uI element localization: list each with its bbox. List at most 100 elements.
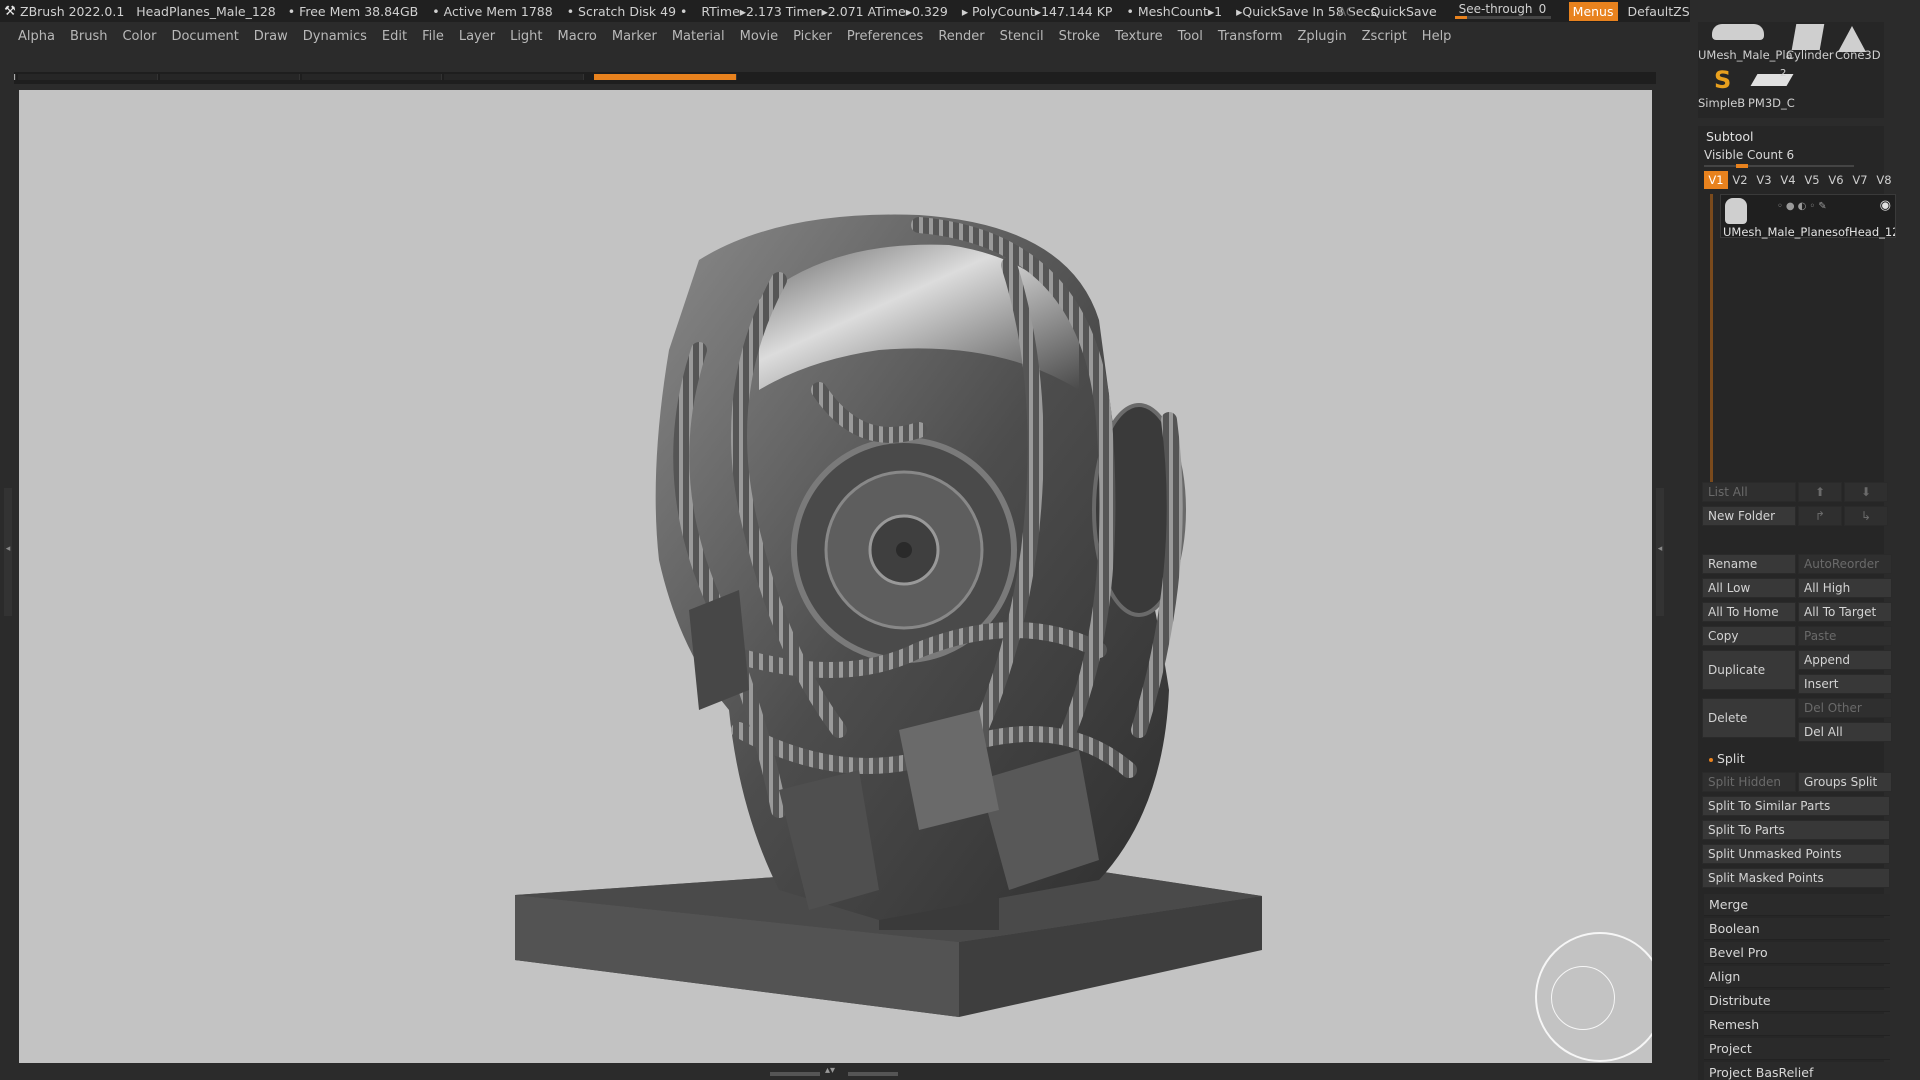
section-align[interactable]: Align: [1704, 966, 1890, 988]
append-button[interactable]: Append: [1798, 650, 1892, 670]
all-to-target-button[interactable]: All To Target: [1798, 602, 1892, 622]
menu-zscript[interactable]: Zscript: [1362, 29, 1407, 44]
ac-toggle[interactable]: AC: [1338, 4, 1355, 19]
left-tray-handle[interactable]: ◂: [4, 488, 12, 616]
all-to-home-button[interactable]: All To Home: [1702, 602, 1796, 622]
tool-cone-label[interactable]: Cone3D: [1835, 48, 1881, 62]
see-through-slider[interactable]: See-through 0: [1454, 0, 1551, 22]
split-section-header[interactable]: Split: [1704, 748, 1890, 770]
quicksave-button[interactable]: QuickSave: [1371, 4, 1437, 19]
eye-icon[interactable]: ◉: [1880, 198, 1891, 213]
menu-zplugin[interactable]: Zplugin: [1298, 29, 1347, 44]
version-tab-v3[interactable]: V3: [1752, 171, 1776, 189]
del-all-button[interactable]: Del All: [1798, 722, 1892, 742]
menu-alpha[interactable]: Alpha: [18, 29, 55, 44]
menu-picker[interactable]: Picker: [793, 29, 832, 44]
duplicate-button[interactable]: Duplicate: [1702, 650, 1796, 690]
version-tab-v2[interactable]: V2: [1728, 171, 1752, 189]
tool-cylinder-label[interactable]: Cylinder: [1786, 48, 1834, 62]
subtool-list-item[interactable]: ◦●◐◦✎ ◉ UMesh_Male_PlanesofHead_12: [1720, 194, 1896, 239]
split-hidden-button[interactable]: Split Hidden: [1702, 772, 1796, 792]
menu-movie[interactable]: Movie: [740, 29, 778, 44]
menu-macro[interactable]: Macro: [558, 29, 597, 44]
version-tab-v7[interactable]: V7: [1848, 171, 1872, 189]
version-tab-v4[interactable]: V4: [1776, 171, 1800, 189]
section-remesh[interactable]: Remesh: [1704, 1014, 1890, 1036]
version-tab-v1[interactable]: V1: [1704, 171, 1728, 189]
split-masked-button[interactable]: Split Masked Points: [1702, 868, 1890, 888]
shelf-segment[interactable]: [18, 74, 158, 80]
bottom-handle-right: [848, 1072, 898, 1076]
menu-light[interactable]: Light: [510, 29, 542, 44]
menu-tool[interactable]: Tool: [1178, 29, 1203, 44]
menu-help[interactable]: Help: [1422, 29, 1452, 44]
menu-material[interactable]: Material: [672, 29, 725, 44]
del-other-button[interactable]: Del Other: [1798, 698, 1892, 718]
move-up-icon[interactable]: ⬆: [1798, 482, 1842, 502]
menu-file[interactable]: File: [422, 29, 444, 44]
autoreorder-button[interactable]: AutoReorder: [1798, 554, 1892, 574]
menu-transform[interactable]: Transform: [1218, 29, 1283, 44]
subtool-state-icons[interactable]: ◦●◐◦✎: [1777, 201, 1830, 212]
shelf-segment[interactable]: [302, 74, 442, 80]
menu-document[interactable]: Document: [171, 29, 238, 44]
subtool-title[interactable]: Subtool: [1706, 129, 1753, 144]
section-bevel-pro[interactable]: Bevel Pro: [1704, 942, 1890, 964]
move-into-folder-icon[interactable]: ↱: [1798, 506, 1842, 526]
pm3d-plane-icon[interactable]: [1750, 74, 1794, 86]
bottom-tray-handle[interactable]: ▴▾: [770, 1065, 900, 1078]
shelf-segment-active[interactable]: [594, 74, 737, 80]
canvas-viewport[interactable]: [19, 90, 1652, 1063]
visible-count[interactable]: Visible Count 6: [1704, 148, 1794, 162]
tool-umesh-label[interactable]: UMesh_Male_Pla: [1698, 48, 1793, 62]
menu-render[interactable]: Render: [938, 29, 984, 44]
list-all-button[interactable]: List All: [1702, 482, 1796, 502]
all-high-button[interactable]: All High: [1798, 578, 1892, 598]
visible-count-fill[interactable]: [1736, 164, 1748, 168]
rename-button[interactable]: Rename: [1702, 554, 1796, 574]
version-tab-v6[interactable]: V6: [1824, 171, 1848, 189]
menu-stroke[interactable]: Stroke: [1059, 29, 1100, 44]
menu-brush[interactable]: Brush: [70, 29, 108, 44]
move-out-folder-icon[interactable]: ↳: [1844, 506, 1888, 526]
shelf-segment[interactable]: [444, 74, 584, 80]
section-project[interactable]: Project: [1704, 1038, 1890, 1060]
menu-edit[interactable]: Edit: [382, 29, 407, 44]
tool-simpleb-label[interactable]: SimpleB: [1698, 96, 1745, 110]
simplebrush-icon[interactable]: S: [1714, 66, 1731, 94]
menu-dynamics[interactable]: Dynamics: [303, 29, 367, 44]
menu-marker[interactable]: Marker: [612, 29, 657, 44]
section-boolean[interactable]: Boolean: [1704, 918, 1890, 940]
section-distribute[interactable]: Distribute: [1704, 990, 1890, 1012]
menu-draw[interactable]: Draw: [254, 29, 288, 44]
section-project-basrelief[interactable]: Project BasRelief: [1704, 1062, 1890, 1080]
version-tab-v5[interactable]: V5: [1800, 171, 1824, 189]
version-tab-v8[interactable]: V8: [1872, 171, 1896, 189]
split-similar-parts-button[interactable]: Split To Similar Parts: [1702, 796, 1890, 816]
menu-color[interactable]: Color: [122, 29, 156, 44]
section-merge[interactable]: Merge: [1704, 894, 1890, 916]
split-unmasked-button[interactable]: Split Unmasked Points: [1702, 844, 1890, 864]
new-folder-button[interactable]: New Folder: [1702, 506, 1796, 526]
groups-split-button[interactable]: Groups Split: [1798, 772, 1892, 792]
insert-button[interactable]: Insert: [1798, 674, 1892, 694]
delete-button[interactable]: Delete: [1702, 698, 1796, 738]
shelf-segment[interactable]: [160, 74, 300, 80]
cylinder-thumbnail-icon[interactable]: [1791, 24, 1825, 50]
menu-stencil[interactable]: Stencil: [1000, 29, 1044, 44]
menu-layer[interactable]: Layer: [459, 29, 495, 44]
umesh-thumbnail-icon[interactable]: [1712, 24, 1764, 40]
navigation-gizmo-inner[interactable]: [1551, 966, 1615, 1030]
menus-toggle[interactable]: Menus: [1568, 1, 1618, 21]
menu-texture[interactable]: Texture: [1115, 29, 1163, 44]
split-to-parts-button[interactable]: Split To Parts: [1702, 820, 1890, 840]
all-low-button[interactable]: All Low: [1702, 578, 1796, 598]
tool-pm3d-label[interactable]: PM3D_C: [1748, 96, 1795, 110]
move-down-icon[interactable]: ⬇: [1844, 482, 1888, 502]
paste-button[interactable]: Paste: [1798, 626, 1892, 646]
menu-preferences[interactable]: Preferences: [847, 29, 923, 44]
sculpt-model[interactable]: [19, 90, 1652, 1063]
right-tray-handle[interactable]: ◂: [1656, 488, 1664, 616]
subtool-list-scrollbar[interactable]: [1710, 194, 1713, 492]
copy-button[interactable]: Copy: [1702, 626, 1796, 646]
